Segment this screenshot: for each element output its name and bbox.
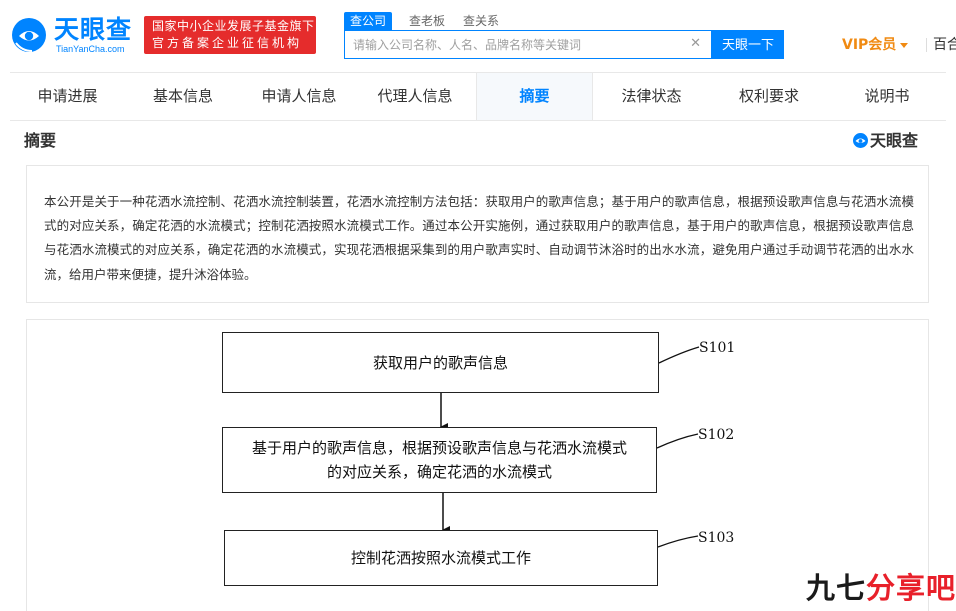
tab-abstract[interactable]: 摘要 (476, 73, 593, 120)
flow-step-text: 的对应关系，确定花洒的水流模式 (326, 463, 552, 481)
search-box: ✕ (344, 30, 712, 59)
tab-legal-status[interactable]: 法律状态 (593, 73, 710, 120)
abstract-text: 本公开是关于一种花洒水流控制、花洒水流控制装置，花洒水流控制方法包括：获取用户的… (44, 194, 914, 282)
flow-step-box: 获取用户的歌声信息 (222, 332, 659, 393)
tab-basic-info[interactable]: 基本信息 (125, 73, 241, 120)
tab-applicant-info[interactable]: 申请人信息 (241, 73, 357, 120)
flow-step-text: 控制花洒按照水流模式工作 (350, 549, 531, 567)
divider (926, 38, 927, 52)
step-label: S103 (698, 530, 735, 546)
step-label: S101 (699, 340, 736, 356)
corner-watermark: 九七分享吧 (806, 571, 956, 605)
leader-s103 (657, 535, 699, 548)
search-input[interactable] (345, 31, 685, 58)
badge-line-1: 国家中小企业发展子基金旗下 (152, 19, 315, 33)
certification-badge: 国家中小企业发展子基金旗下 官方备案企业征信机构 (144, 16, 316, 54)
top-header: 天眼查 TianYanCha.com 国家中小企业发展子基金旗下 官方备案企业征… (0, 0, 956, 72)
search-button[interactable]: 天眼一下 (712, 30, 784, 59)
nav-item-more[interactable]: 百合 (933, 36, 956, 54)
detail-tab-bar: 申请进展 基本信息 申请人信息 代理人信息 摘要 法律状态 权利要求 说明书 (10, 72, 946, 121)
tab-application-progress[interactable]: 申请进展 (10, 73, 125, 120)
tab-description[interactable]: 说明书 (828, 73, 946, 120)
flow-step-box: 控制花洒按照水流模式工作 (224, 530, 658, 586)
eye-logo-icon (853, 133, 868, 148)
vip-menu[interactable]: VIP会员 (842, 36, 909, 54)
vip-label: VIP会员 (842, 37, 897, 53)
flow-step-text: 获取用户的歌声信息 (372, 353, 508, 372)
leader-s102 (656, 433, 699, 449)
flow-step-box: 基于用户的歌声信息，根据预设歌声信息与花洒水流模式 的对应关系，确定花洒的水流模… (222, 427, 657, 493)
watermark-part-1: 九七 (806, 571, 867, 605)
badge-line-2: 官方备案企业征信机构 (152, 36, 303, 50)
section-title: 摘要 (24, 131, 57, 150)
flow-step-text: 基于用户的歌声信息，根据预设歌声信息与花洒水流模式 (251, 439, 627, 457)
abstract-figure: 获取用户的歌声信息 S101 基于用户的歌声信息，根据预设歌声信息与花洒水流模式… (26, 319, 929, 611)
abstract-box: 本公开是关于一种花洒水流控制、花洒水流控制装置，花洒水流控制方法包括：获取用户的… (26, 165, 929, 303)
clear-icon[interactable]: ✕ (690, 37, 701, 51)
step-label: S102 (698, 427, 735, 443)
leader-s101 (658, 346, 700, 364)
site-logo[interactable]: 天眼查 TianYanCha.com (10, 14, 135, 58)
eye-logo-icon (12, 18, 46, 52)
logo-text: 天眼查 (54, 15, 133, 44)
watermark-part-2: 分享吧 (866, 571, 956, 605)
logo-subtext: TianYanCha.com (56, 44, 125, 54)
search-tab-company[interactable]: 查公司 (344, 12, 393, 30)
search-tab-relation[interactable]: 查关系 (463, 12, 499, 30)
watermark-text: 天眼查 (870, 131, 919, 150)
caret-down-icon (900, 42, 909, 48)
search-tab-boss[interactable]: 查老板 (409, 12, 445, 30)
tab-agent-info[interactable]: 代理人信息 (357, 73, 473, 120)
tab-claims[interactable]: 权利要求 (710, 73, 828, 120)
tianyancha-watermark: 天眼查 (852, 131, 918, 151)
